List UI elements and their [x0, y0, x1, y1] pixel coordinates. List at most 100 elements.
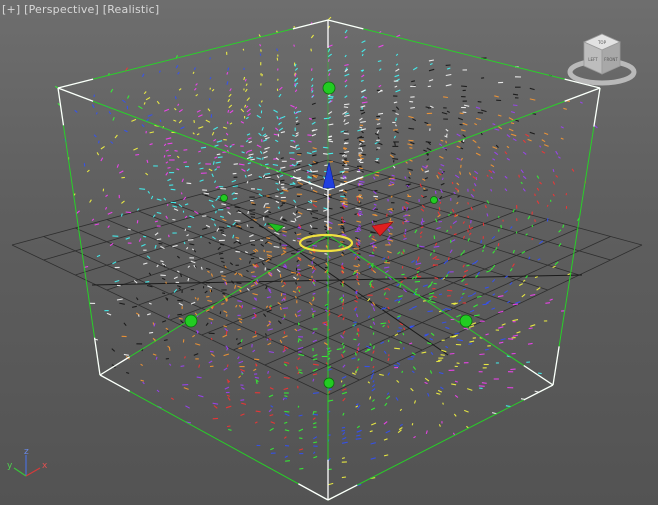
particle-vector — [312, 204, 318, 208]
particle-vector — [341, 375, 347, 379]
gizmo-handle[interactable] — [220, 194, 228, 202]
particle-vector — [295, 168, 302, 172]
particle-vector — [165, 149, 169, 152]
particle-vector — [114, 279, 120, 283]
particle-vector — [234, 219, 241, 222]
particle-vector — [183, 149, 188, 151]
particle-vector — [105, 206, 108, 210]
particle-vector — [211, 236, 216, 240]
particle-vector — [459, 171, 462, 175]
particle-vector — [180, 126, 185, 130]
particle-vector — [156, 238, 162, 241]
particle-vector — [446, 67, 451, 70]
particle-vector — [263, 249, 265, 253]
particle-vector — [420, 194, 424, 198]
particle-vector — [522, 151, 527, 155]
particle-vector — [557, 156, 561, 159]
particle-vector — [422, 284, 428, 288]
particle-vector — [232, 185, 239, 188]
particle-vector — [255, 410, 261, 413]
bounding-box-edge — [327, 384, 554, 501]
gizmo-handle[interactable] — [430, 196, 438, 204]
gizmo-handle[interactable] — [184, 314, 198, 328]
viewport-point-of-view-menu[interactable]: [Perspective] — [24, 3, 99, 16]
particle-vector — [428, 79, 434, 82]
particle-vector — [497, 243, 500, 247]
gizmo-handle[interactable] — [323, 377, 335, 389]
particle-vector — [384, 270, 389, 274]
scene-canvas[interactable] — [0, 0, 658, 505]
perspective-viewport[interactable]: [+] [Perspective] [Realistic] TOP LEFT F… — [0, 0, 658, 505]
particle-vector — [428, 68, 435, 72]
particle-vector — [177, 71, 180, 75]
particle-vector — [480, 240, 483, 244]
bounding-box-edge — [327, 87, 601, 191]
particle-vector — [512, 334, 519, 337]
particle-vector — [424, 381, 428, 385]
particle-vector — [538, 240, 544, 245]
particle-vector — [380, 322, 387, 325]
particle-vector — [227, 425, 231, 428]
particle-vector — [111, 348, 116, 352]
viewport-general-menu[interactable]: [+] — [2, 3, 20, 16]
particle-vector — [395, 63, 399, 66]
particle-vector — [167, 142, 173, 145]
particle-vector — [476, 295, 482, 298]
particle-vector — [276, 175, 280, 179]
particle-vector — [264, 146, 270, 150]
particle-vector — [326, 323, 328, 326]
particle-vector — [403, 249, 405, 253]
particle-vector — [387, 372, 390, 376]
particle-vector — [312, 378, 315, 382]
particle-vector — [96, 152, 100, 156]
particle-vector — [520, 169, 524, 174]
particle-vector — [358, 180, 365, 183]
particle-vector — [343, 114, 350, 117]
particle-vector — [259, 53, 262, 56]
particle-vector — [386, 392, 390, 395]
viewcube-icon[interactable]: TOP LEFT FRONT — [566, 28, 638, 94]
particle-vector — [276, 116, 279, 120]
particle-vector — [394, 142, 396, 146]
particle-vector — [142, 381, 145, 385]
particle-vector — [545, 302, 551, 304]
particle-vector — [492, 293, 496, 296]
particle-vector — [424, 170, 430, 173]
particle-vector — [409, 159, 413, 162]
particle-vector — [443, 96, 448, 99]
particle-vector — [397, 315, 402, 318]
particle-vector — [235, 222, 239, 225]
particle-vector — [389, 210, 393, 214]
particle-vector — [229, 262, 234, 266]
particle-vector — [521, 293, 526, 298]
particle-vector — [452, 220, 458, 225]
viewport-shading-menu[interactable]: [Realistic] — [103, 3, 160, 16]
particle-vector — [91, 104, 95, 109]
gizmo-handle[interactable] — [322, 81, 336, 95]
particle-vector — [204, 194, 209, 197]
particle-vector — [221, 275, 226, 278]
particle-vector — [525, 233, 528, 236]
particle-vector — [310, 48, 312, 52]
particle-vector — [244, 104, 247, 108]
particle-vector — [156, 264, 159, 268]
particle-vector — [259, 43, 262, 47]
particle-vector — [293, 44, 295, 47]
particle-vector — [506, 134, 511, 138]
particle-vector — [488, 169, 493, 173]
particle-vector — [467, 215, 470, 219]
particle-vector — [267, 196, 272, 199]
gizmo-handle[interactable] — [459, 314, 473, 328]
particle-vector — [211, 204, 215, 208]
particle-vector — [265, 305, 269, 308]
particle-vector — [159, 119, 162, 122]
particle-vector — [357, 404, 361, 409]
particle-vector — [241, 402, 247, 405]
particle-vector — [456, 182, 460, 186]
particle-vector — [275, 127, 279, 131]
particle-vector — [397, 297, 403, 302]
particle-vector — [237, 285, 243, 289]
selection-bracket — [298, 483, 329, 501]
particle-vector — [296, 286, 299, 290]
particle-vector — [405, 161, 408, 164]
